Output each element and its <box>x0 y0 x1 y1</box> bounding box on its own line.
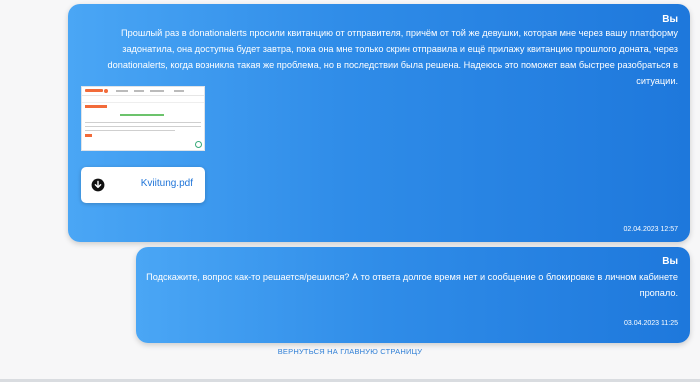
screenshot-attachment[interactable] <box>81 86 205 151</box>
message-timestamp: 02.04.2023 12:57 <box>623 226 679 233</box>
screenshot-nav <box>116 90 128 92</box>
download-icon[interactable] <box>91 178 105 192</box>
file-name[interactable]: Kviitung.pdf <box>141 178 193 189</box>
screenshot-table-line <box>85 130 175 131</box>
screenshot-status <box>120 114 164 116</box>
screenshot-logo <box>85 89 103 92</box>
file-attachment[interactable]: Kviitung.pdf <box>81 167 205 203</box>
screenshot-nav <box>134 90 144 92</box>
message-sender: Вы <box>662 256 678 267</box>
message-bubble: Вы Прошлый раз в donationalerts просили … <box>68 4 690 242</box>
message-sender: Вы <box>662 14 678 25</box>
screenshot-nav <box>174 90 184 92</box>
back-to-home-link[interactable]: ВЕРНУТЬСЯ НА ГЛАВНУЮ СТРАНИЦУ <box>0 347 700 356</box>
message-bubble: Вы Подскажите, вопрос как-то решается/ре… <box>136 247 690 343</box>
screenshot-heading <box>85 105 107 108</box>
screenshot-subheader <box>82 96 204 103</box>
screenshot-nav <box>150 90 164 92</box>
screenshot-logo-mark <box>104 88 108 93</box>
screenshot-header <box>82 87 204 96</box>
screenshot-chat-icon <box>195 141 202 148</box>
screenshot-button <box>85 134 92 137</box>
screenshot-table-line <box>85 126 201 127</box>
message-text: Подскажите, вопрос как-то решается/решил… <box>146 272 678 298</box>
screenshot-table-line <box>85 122 201 123</box>
message-text: Прошлый раз в donationalerts просили кви… <box>107 28 678 86</box>
message-timestamp: 03.04.2023 11:25 <box>624 320 678 327</box>
